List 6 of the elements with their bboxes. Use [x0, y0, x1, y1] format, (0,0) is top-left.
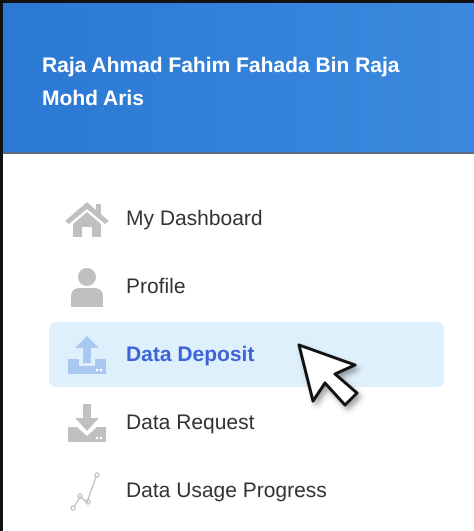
menu-item[interactable]: Profile [49, 254, 444, 319]
menu-item[interactable]: My Dashboard [49, 186, 444, 251]
menu-item[interactable]: Data Usage Progress [49, 458, 444, 523]
user-name: Raja Ahmad Fahim Fahada Bin Raja Mohd Aris [42, 53, 400, 112]
menu-item[interactable]: Data Request [49, 390, 444, 455]
menu-item[interactable]: Data Deposit [49, 322, 444, 387]
